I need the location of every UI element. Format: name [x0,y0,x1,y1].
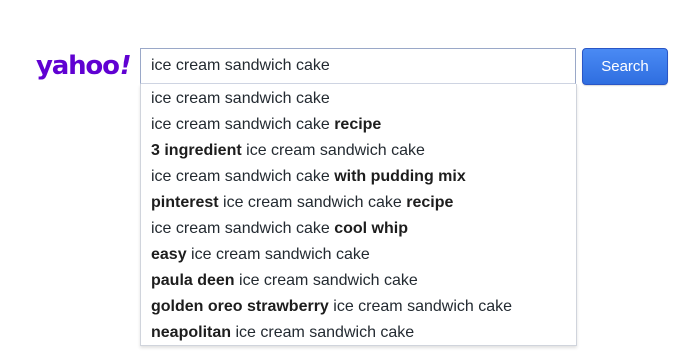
yahoo-logo[interactable]: yahoo! [36,50,132,82]
logo-exclaim: ! [119,51,132,81]
suggestion-item[interactable]: 3 ingredient ice cream sandwich cake [141,138,576,164]
suggestion-item[interactable]: pinterest ice cream sandwich cake recipe [141,190,576,216]
search-button[interactable]: Search [582,48,668,85]
suggestion-item[interactable]: neapolitan ice cream sandwich cake [141,320,576,346]
suggestion-item[interactable]: paula deen ice cream sandwich cake [141,268,576,294]
suggestion-item[interactable]: ice cream sandwich cake recipe [141,112,576,138]
suggestion-item[interactable]: ice cream sandwich cake cool whip [141,216,576,242]
suggestion-item[interactable]: golden oreo strawberry ice cream sandwic… [141,294,576,320]
logo-text: yahoo [36,51,120,81]
suggestion-item[interactable]: ice cream sandwich cake with pudding mix [141,164,576,190]
suggestion-item[interactable]: ice cream sandwich cake [141,86,576,112]
suggestion-item[interactable]: easy ice cream sandwich cake [141,242,576,268]
search-input[interactable] [151,49,561,83]
search-box[interactable] [140,48,576,84]
suggestions-dropdown: ice cream sandwich cake ice cream sandwi… [140,84,577,346]
